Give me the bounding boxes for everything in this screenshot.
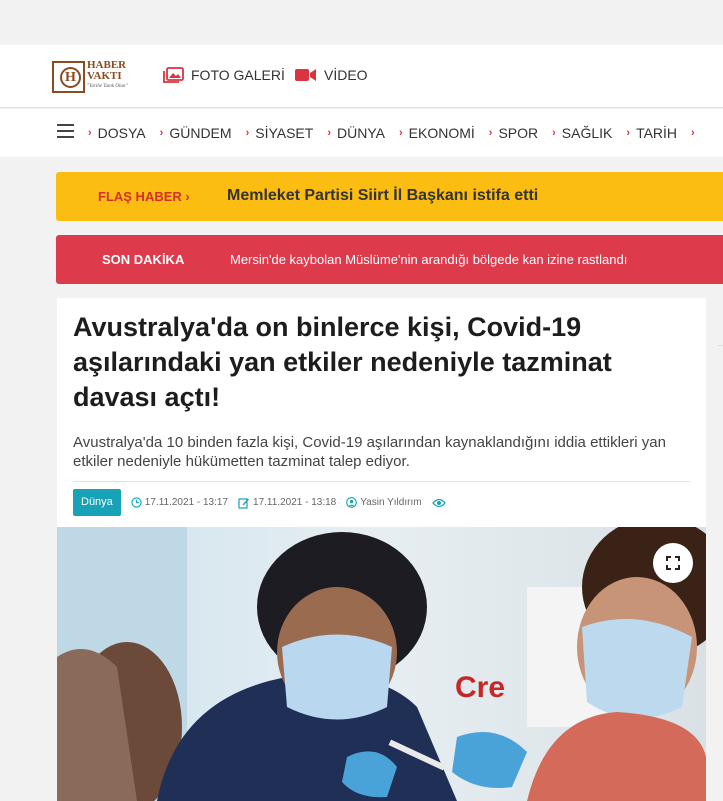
nav-item-ekonomi[interactable]: › EKONOMİ: [399, 125, 475, 141]
chevron-right-icon: ›: [327, 127, 331, 139]
sidebar-edge: [718, 345, 723, 346]
chevron-right-icon: ›: [245, 127, 250, 139]
view-count: [431, 498, 449, 508]
article-summary: Avustralya'da 10 binden fazla kişi, Covi…: [73, 434, 666, 470]
breaking-news-headline[interactable]: Mersin'de kaybolan Müslüme'nin arandığı …: [230, 252, 627, 267]
nav-item-spor[interactable]: › SPOR: [489, 125, 538, 141]
site-header: H HABER VAKTI "Tarihe Tanık Olun" FOTO G…: [0, 45, 723, 108]
article-title: Avustralya'da on binlerce kişi, Covid-19…: [73, 312, 612, 412]
nav-items: › DOSYA › GÜNDEM › SİYASET › DÜNYA › EKONOMİ …: [88, 109, 715, 157]
logo-line2: VAKTI: [87, 70, 122, 82]
clock-icon: [131, 497, 142, 508]
chevron-right-icon: ›: [88, 127, 92, 139]
chevron-right-icon: ›: [488, 127, 493, 139]
flash-news-label: FLAŞ HABER ›: [98, 189, 190, 204]
fullscreen-button[interactable]: [653, 543, 693, 583]
nav-item-more[interactable]: ›: [691, 127, 701, 139]
flash-news-headline[interactable]: Memleket Partisi Siirt İl Başkanı istifa…: [227, 187, 538, 205]
nav-item-dunya[interactable]: › DÜNYA: [327, 125, 385, 141]
chevron-right-icon: ›: [691, 127, 695, 139]
nav-item-siyaset[interactable]: › SİYASET: [246, 125, 314, 141]
nav-item-saglik[interactable]: › SAĞLIK: [552, 125, 612, 141]
user-icon: [346, 497, 358, 508]
nav-item-tarih[interactable]: › TARİH: [626, 125, 677, 141]
video-label: VİDEO: [324, 67, 368, 83]
nav-item-dosya[interactable]: › DOSYA: [88, 125, 146, 141]
logo-tagline: "Tarihe Tanık Olun": [87, 84, 128, 89]
breaking-news-label: SON DAKİKA: [102, 252, 185, 267]
flash-news-bar[interactable]: FLAŞ HABER › Memleket Partisi Siirt İl B…: [56, 172, 723, 221]
vaccination-photo: Cre: [57, 527, 706, 801]
divider: [73, 481, 690, 482]
main-nav: › DOSYA › GÜNDEM › SİYASET › DÜNYA › EKONOMİ …: [0, 109, 723, 157]
photo-gallery-label: FOTO GALERİ: [191, 67, 285, 83]
chevron-right-icon: ›: [398, 127, 403, 139]
fullscreen-icon: [666, 556, 680, 570]
article-card: Avustralya'da on binlerce kişi, Covid-19…: [57, 298, 706, 801]
eye-icon: [431, 498, 446, 507]
chevron-right-icon: ›: [626, 127, 631, 139]
chevron-right-icon: ›: [552, 127, 556, 139]
logo-mark: H: [52, 61, 85, 93]
photo-gallery-icon: [163, 67, 184, 83]
article-meta: Dünya 17.11.2021 - 13:17 17.11.2021 - 13…: [73, 489, 459, 516]
chevron-right-icon: ›: [159, 127, 164, 139]
hamburger-menu-icon[interactable]: [57, 124, 74, 138]
breaking-news-bar[interactable]: SON DAKİKA Mersin'de kaybolan Müslüme'ni…: [56, 235, 723, 284]
category-badge[interactable]: Dünya: [73, 489, 121, 516]
video-icon: [295, 69, 316, 81]
edit-icon: [238, 497, 250, 509]
published-date: 17.11.2021 - 13:17: [131, 497, 228, 508]
svg-text:Cre: Cre: [455, 671, 505, 704]
updated-date: 17.11.2021 - 13:18: [238, 497, 336, 509]
photo-gallery-link[interactable]: FOTO GALERİ: [163, 67, 285, 83]
site-logo[interactable]: H HABER VAKTI "Tarihe Tanık Olun": [52, 59, 134, 95]
video-link[interactable]: VİDEO: [295, 67, 368, 83]
author[interactable]: Yasin Yıldırım: [346, 497, 422, 508]
article-image[interactable]: Cre: [57, 527, 706, 801]
nav-item-gundem[interactable]: › GÜNDEM: [160, 125, 232, 141]
